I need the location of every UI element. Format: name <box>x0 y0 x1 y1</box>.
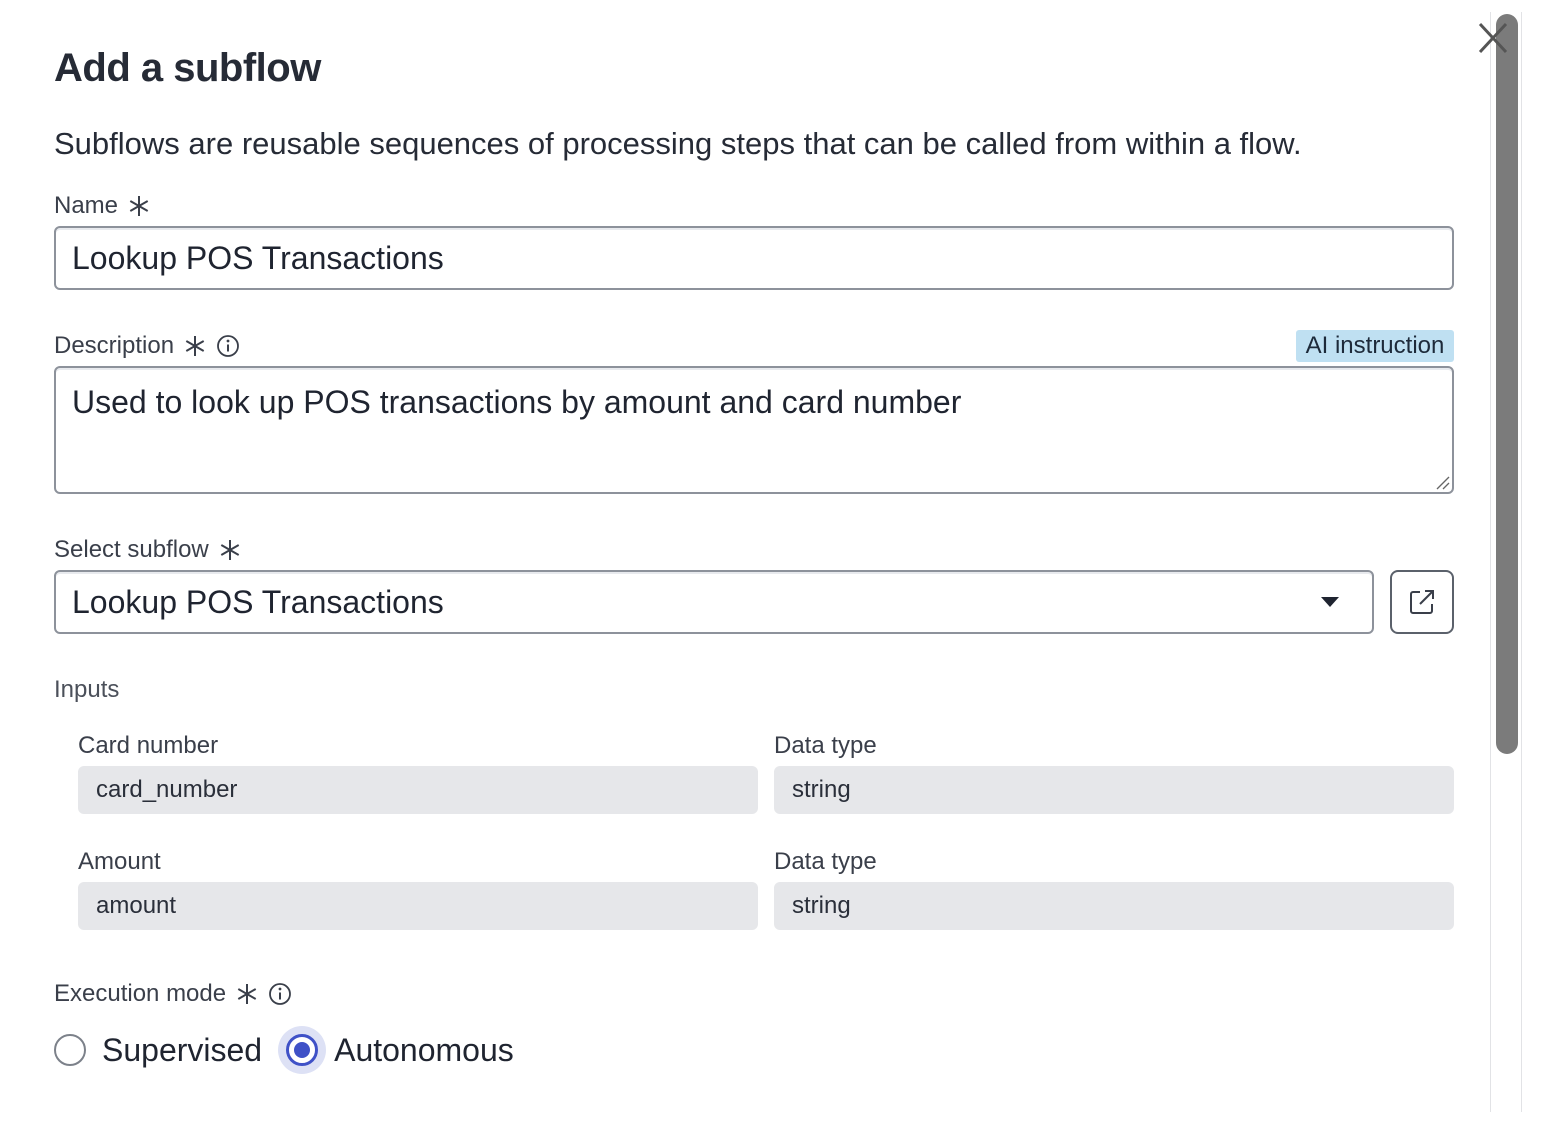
ai-instruction-badge: AI instruction <box>1296 330 1454 362</box>
radio-dot <box>294 1042 311 1058</box>
info-icon[interactable] <box>216 334 240 358</box>
asterisk-icon <box>129 196 149 216</box>
asterisk-icon <box>220 540 239 560</box>
input-type-label: Data type <box>774 848 877 875</box>
name-label: Name <box>54 192 119 219</box>
external-link-icon <box>1410 590 1434 614</box>
name-input-value: Lookup POS Transactions <box>72 239 444 276</box>
subflow-select-value: Lookup POS Transactions <box>72 583 444 620</box>
dialog-subtitle: Subflows are reusable sequences of proce… <box>54 126 1302 161</box>
close-icon <box>1478 22 1508 54</box>
radio-circle[interactable] <box>54 1034 86 1066</box>
input-type-field: string <box>774 766 1454 814</box>
input-name-value: amount <box>96 892 177 919</box>
radio-focus-halo <box>278 1026 327 1074</box>
info-icon[interactable] <box>268 982 292 1006</box>
open-subflow-button[interactable] <box>1390 570 1454 634</box>
description-label-row: Description <box>54 332 240 360</box>
execution-mode-radio-group: Supervised Autonomous <box>54 1026 514 1074</box>
input-name-value: card_number <box>96 776 238 803</box>
input-type-value: string <box>792 776 851 803</box>
input-name-field: card_number <box>78 766 758 814</box>
radio-circle-checked[interactable] <box>286 1034 319 1066</box>
name-label-row: Name <box>54 192 150 220</box>
caret-down-icon <box>1321 597 1339 607</box>
name-input[interactable]: Lookup POS Transactions <box>54 226 1454 290</box>
asterisk-icon <box>185 336 205 356</box>
execution-mode-label: Execution mode <box>54 980 227 1007</box>
asterisk-icon <box>237 984 257 1004</box>
select-subflow-label-row: Select subflow <box>54 536 241 564</box>
radio-autonomous[interactable]: Autonomous <box>278 1026 514 1074</box>
subflow-select[interactable]: Lookup POS Transactions <box>54 570 1374 634</box>
inputs-section-label: Inputs <box>54 676 120 703</box>
input-name-field: amount <box>78 882 758 930</box>
description-label: Description <box>54 332 175 359</box>
add-subflow-dialog: Add a subflow Subflows are reusable sequ… <box>0 0 1542 1136</box>
input-type-label: Data type <box>774 732 877 759</box>
radio-autonomous-label: Autonomous <box>334 1031 514 1068</box>
description-textarea-value: Used to look up POS transactions by amou… <box>72 384 962 420</box>
close-button[interactable] <box>1476 20 1510 56</box>
dialog-title: Add a subflow <box>54 46 321 90</box>
description-textarea[interactable]: Used to look up POS transactions by amou… <box>54 366 1454 494</box>
input-type-value: string <box>792 892 851 919</box>
execution-mode-label-row: Execution mode <box>54 980 292 1008</box>
select-subflow-label: Select subflow <box>54 536 209 563</box>
input-type-field: string <box>774 882 1454 930</box>
radio-supervised-label: Supervised <box>102 1031 263 1068</box>
radio-supervised[interactable]: Supervised <box>54 1032 262 1069</box>
resize-grip-icon[interactable] <box>1434 474 1450 490</box>
scrollbar-thumb[interactable] <box>1496 14 1518 754</box>
input-name-label: Card number <box>78 732 219 759</box>
input-name-label: Amount <box>78 848 161 875</box>
